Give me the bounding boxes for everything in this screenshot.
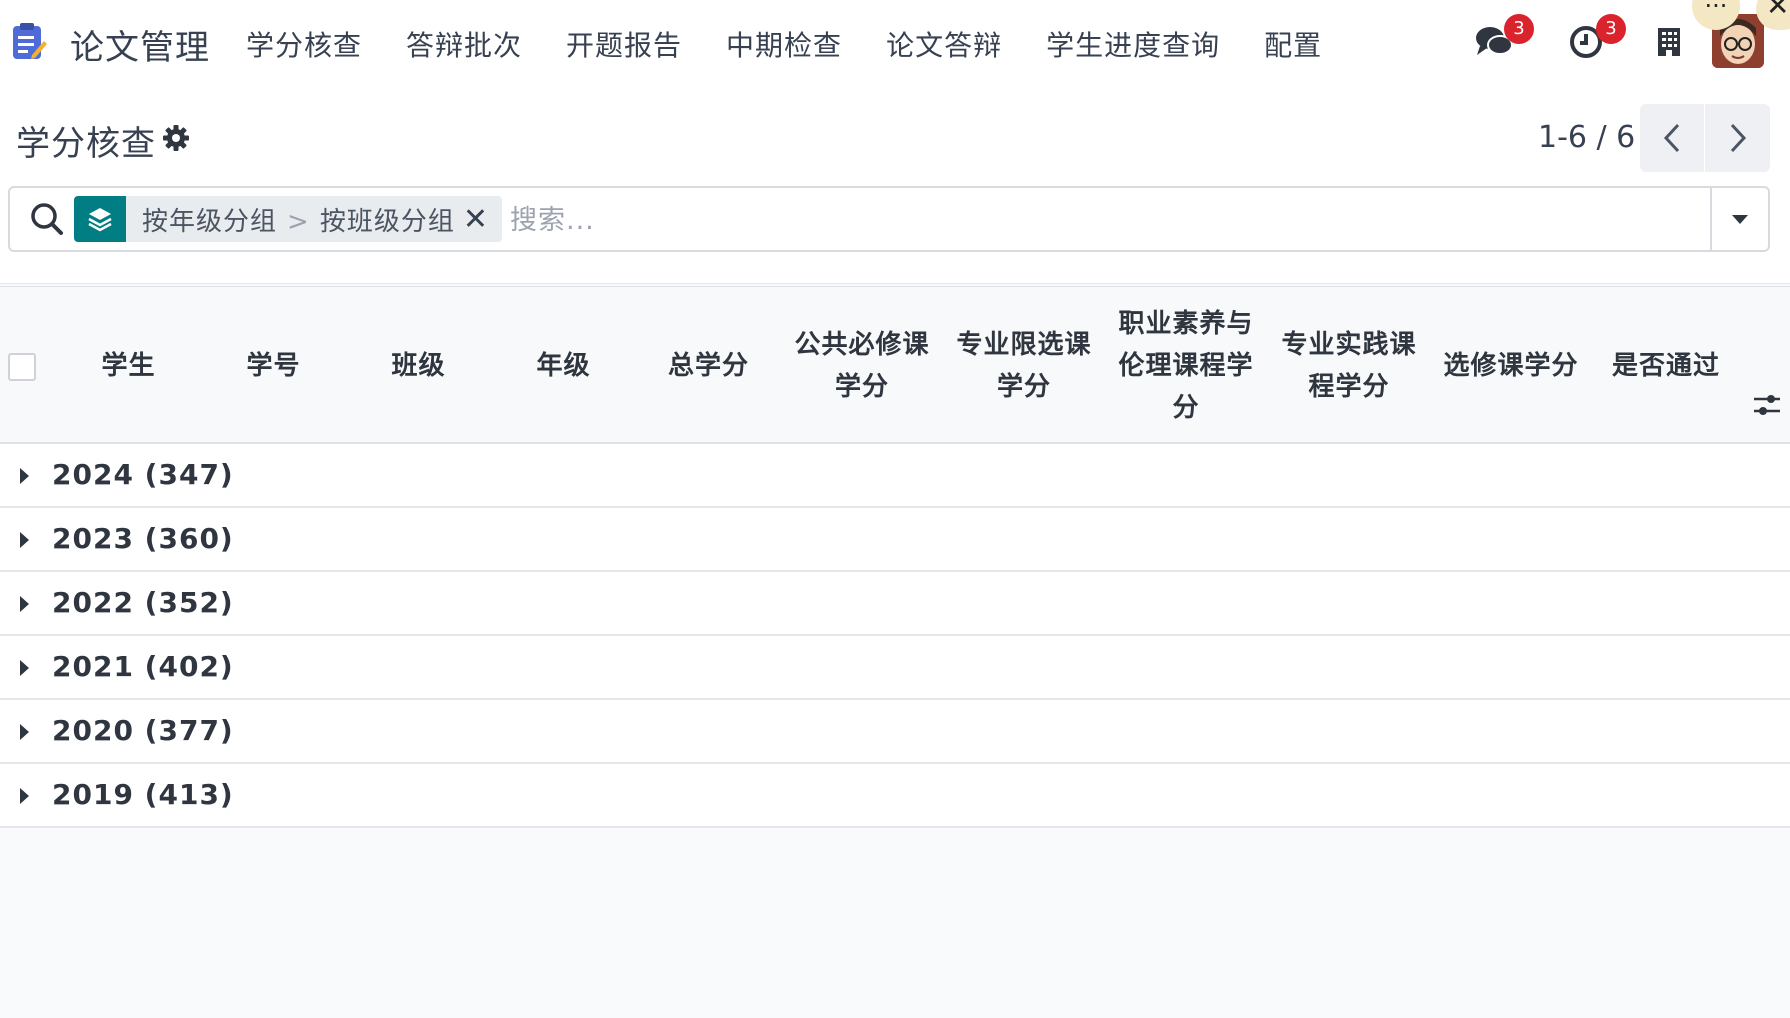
caret-right-icon bbox=[20, 468, 29, 484]
facet-layers bbox=[74, 196, 126, 242]
facet-separator: > bbox=[287, 206, 310, 237]
column-header-professional-ethics-credits[interactable]: 职业素养与伦理课程学分 bbox=[1112, 287, 1260, 445]
menu-item-configuration[interactable]: 配置 bbox=[1264, 24, 1322, 64]
group-row-2019[interactable]: 2019 (413) bbox=[0, 764, 1790, 828]
search-icon[interactable] bbox=[30, 202, 64, 236]
pager-buttons bbox=[1640, 104, 1770, 172]
pager-previous-button[interactable] bbox=[1640, 104, 1705, 172]
column-header-student-id[interactable]: 学号 bbox=[201, 287, 346, 445]
search-input[interactable] bbox=[510, 198, 1490, 242]
messages-menu[interactable]: 3 bbox=[1474, 14, 1534, 64]
menu-item-proposal-report[interactable]: 开题报告 bbox=[566, 24, 682, 64]
app-logo-icon[interactable] bbox=[10, 22, 48, 62]
main-menu: 学分核查 答辩批次 开题报告 中期检查 论文答辩 学生进度查询 配置 bbox=[246, 24, 1366, 64]
group-row-2022[interactable]: 2022 (352) bbox=[0, 572, 1790, 636]
column-header-elective-credits[interactable]: 选修课学分 bbox=[1437, 287, 1585, 445]
facet-value: 按年级分组 > 按班级分组 bbox=[142, 201, 455, 238]
group-label: 2021 (402) bbox=[52, 650, 234, 683]
menu-item-defense-batch[interactable]: 答辩批次 bbox=[406, 24, 522, 64]
chevron-left-icon bbox=[1663, 123, 1680, 153]
facet-value-class: 按班级分组 bbox=[319, 206, 455, 237]
group-label: 2022 (352) bbox=[52, 586, 234, 619]
group-row-2024[interactable]: 2024 (347) bbox=[0, 444, 1790, 508]
caret-right-icon bbox=[20, 788, 29, 804]
column-header-public-required-credits[interactable]: 公共必修课学分 bbox=[788, 287, 936, 445]
groupby-facet[interactable]: 按年级分组 > 按班级分组 ✕ bbox=[74, 196, 502, 242]
page-title: 学分核查 bbox=[16, 124, 156, 164]
facet-value-grade: 按年级分组 bbox=[142, 206, 278, 237]
caret-right-icon bbox=[20, 532, 29, 548]
company-switcher[interactable] bbox=[1654, 20, 1684, 64]
column-header-grade[interactable]: 年级 bbox=[491, 287, 636, 445]
pager-value[interactable]: 1-6 / 6 bbox=[1538, 120, 1635, 155]
facet-remove-icon[interactable]: ✕ bbox=[463, 202, 488, 237]
control-panel: 学分核查 1-6 / 6 按年级分组 > 按班级分组 ✕ 搜索... bbox=[0, 86, 1790, 284]
group-label: 2023 (360) bbox=[52, 522, 234, 555]
menu-item-credit-check[interactable]: 学分核查 bbox=[246, 24, 362, 64]
layers-icon bbox=[88, 208, 112, 232]
app-name[interactable]: 论文管理 bbox=[70, 20, 210, 69]
caret-right-icon bbox=[20, 724, 29, 740]
group-row-2020[interactable]: 2020 (377) bbox=[0, 700, 1790, 764]
messages-badge: 3 bbox=[1504, 14, 1534, 44]
column-header-practice-credits[interactable]: 专业实践课程学分 bbox=[1275, 287, 1423, 445]
menu-item-thesis-defense[interactable]: 论文答辩 bbox=[886, 24, 1002, 64]
column-settings-icon[interactable] bbox=[1752, 391, 1782, 419]
caret-right-icon bbox=[20, 660, 29, 676]
top-navbar: 论文管理 学分核查 答辩批次 开题报告 中期检查 论文答辩 学生进度查询 配置 … bbox=[0, 0, 1790, 86]
activities-menu[interactable]: 3 bbox=[1566, 14, 1626, 64]
column-header-major-restricted-credits[interactable]: 专业限选课学分 bbox=[950, 287, 1098, 445]
select-all-checkbox[interactable] bbox=[8, 353, 36, 381]
search-bar: 按年级分组 > 按班级分组 ✕ bbox=[8, 186, 1770, 252]
menu-item-midterm-check[interactable]: 中期检查 bbox=[726, 24, 842, 64]
group-label: 2020 (377) bbox=[52, 714, 234, 747]
group-row-2023[interactable]: 2023 (360) bbox=[0, 508, 1790, 572]
column-header-class[interactable]: 班级 bbox=[346, 287, 491, 445]
pager-next-button[interactable] bbox=[1705, 104, 1770, 172]
gear-icon[interactable] bbox=[162, 124, 190, 152]
column-header-student[interactable]: 学生 bbox=[56, 287, 201, 445]
search-options-toggle[interactable] bbox=[1710, 188, 1768, 250]
caret-right-icon bbox=[20, 596, 29, 612]
column-header-total-credits[interactable]: 总学分 bbox=[636, 287, 781, 445]
chevron-right-icon bbox=[1730, 123, 1746, 153]
menu-item-student-progress[interactable]: 学生进度查询 bbox=[1046, 24, 1220, 64]
building-icon bbox=[1658, 28, 1680, 56]
list-body: 2024 (347) 2023 (360) 2022 (352) 2021 (4… bbox=[0, 444, 1790, 828]
group-label: 2024 (347) bbox=[52, 458, 234, 491]
group-label: 2019 (413) bbox=[52, 778, 234, 811]
column-header-passed[interactable]: 是否通过 bbox=[1596, 287, 1736, 445]
caret-down-icon bbox=[1732, 215, 1748, 224]
activities-badge: 3 bbox=[1596, 14, 1626, 44]
group-row-2021[interactable]: 2021 (402) bbox=[0, 636, 1790, 700]
list-header: 学生 学号 班级 年级 总学分 公共必修课学分 专业限选课学分 职业素养与伦理课… bbox=[0, 286, 1790, 444]
